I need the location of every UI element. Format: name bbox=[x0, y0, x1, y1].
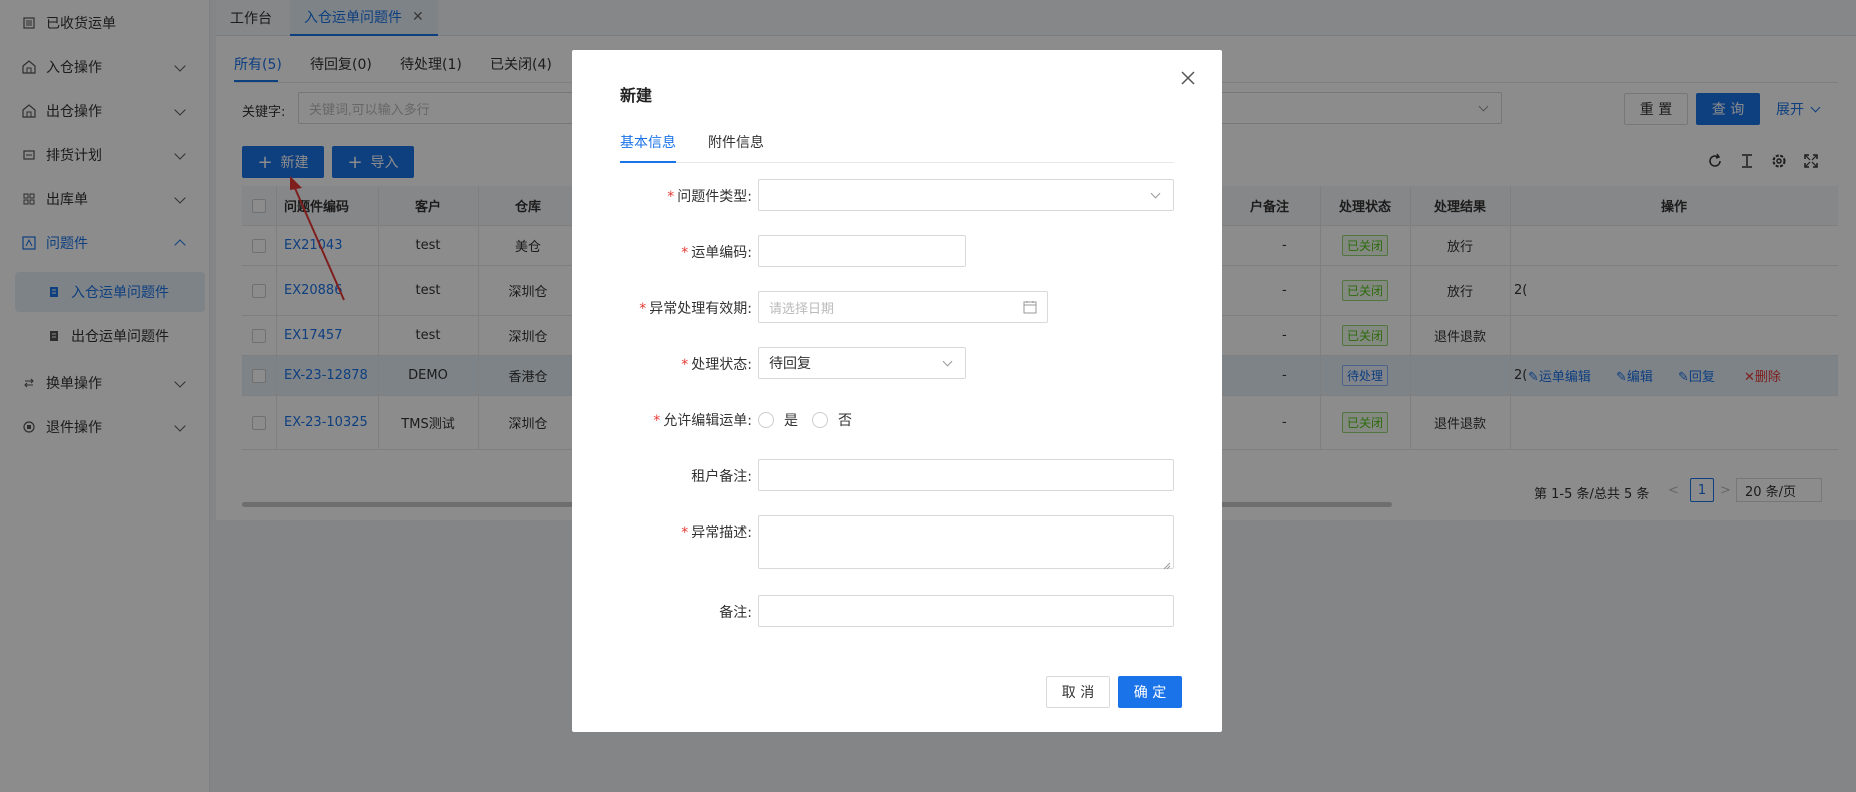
radio-yes[interactable] bbox=[758, 412, 774, 428]
tab-attachments[interactable]: 附件信息 bbox=[708, 132, 764, 152]
required-mark: * bbox=[639, 301, 647, 317]
required-mark: * bbox=[681, 525, 689, 541]
required-mark: * bbox=[653, 413, 661, 429]
label-text: 处理状态: bbox=[691, 357, 752, 373]
dialog-title: 新建 bbox=[620, 86, 653, 105]
label-text: 备注: bbox=[719, 605, 752, 621]
field-label-waybill: * 运单编码: bbox=[604, 242, 752, 262]
tenant-remark-input[interactable] bbox=[758, 459, 1174, 491]
new-problem-dialog: 新建 基本信息 附件信息 * 问题件类型: * 运单编码: * 异常处理有效期: 请选… bbox=[572, 50, 1222, 732]
process-status-select[interactable]: 待回复 bbox=[758, 347, 966, 379]
description-textarea[interactable] bbox=[758, 515, 1174, 570]
field-label-status: * 处理状态: bbox=[604, 354, 752, 374]
field-label-allow-edit: * 允许编辑运单: bbox=[604, 410, 752, 430]
required-mark: * bbox=[681, 357, 689, 373]
remark-input[interactable] bbox=[758, 595, 1174, 627]
chevron-down-icon bbox=[1150, 188, 1161, 199]
field-label-type: * 问题件类型: bbox=[604, 186, 752, 206]
cancel-button[interactable]: 取 消 bbox=[1046, 676, 1110, 708]
calendar-icon bbox=[1023, 300, 1037, 318]
resize-handle-icon[interactable] bbox=[1163, 558, 1171, 570]
label-text: 允许编辑运单: bbox=[663, 413, 752, 429]
select-value: 待回复 bbox=[769, 356, 811, 372]
tab-basic-info[interactable]: 基本信息 bbox=[620, 132, 676, 152]
field-label-validity: * 异常处理有效期: bbox=[604, 298, 752, 318]
required-mark: * bbox=[681, 245, 689, 261]
radio-yes-label: 是 bbox=[784, 413, 798, 429]
close-icon[interactable] bbox=[1180, 70, 1200, 90]
radio-no[interactable] bbox=[812, 412, 828, 428]
required-mark: * bbox=[667, 189, 675, 205]
field-label-tenant-remark: 租户备注: bbox=[604, 466, 752, 486]
validity-date-picker[interactable]: 请选择日期 bbox=[758, 291, 1048, 323]
problem-type-select[interactable] bbox=[758, 179, 1174, 211]
label-text: 异常处理有效期: bbox=[649, 301, 752, 317]
confirm-button[interactable]: 确 定 bbox=[1118, 676, 1182, 708]
tab-divider bbox=[620, 162, 1174, 163]
label-text: 问题件类型: bbox=[677, 189, 752, 205]
field-label-remark: 备注: bbox=[604, 602, 752, 622]
field-label-description: * 异常描述: bbox=[604, 522, 752, 542]
label-text: 异常描述: bbox=[691, 525, 752, 541]
tab-active-underline bbox=[620, 161, 676, 163]
label-text: 租户备注: bbox=[691, 469, 752, 485]
radio-no-label: 否 bbox=[838, 413, 852, 429]
date-placeholder: 请选择日期 bbox=[769, 301, 835, 317]
label-text: 运单编码: bbox=[691, 245, 752, 261]
chevron-down-icon bbox=[942, 356, 953, 367]
waybill-code-input[interactable] bbox=[758, 235, 966, 267]
